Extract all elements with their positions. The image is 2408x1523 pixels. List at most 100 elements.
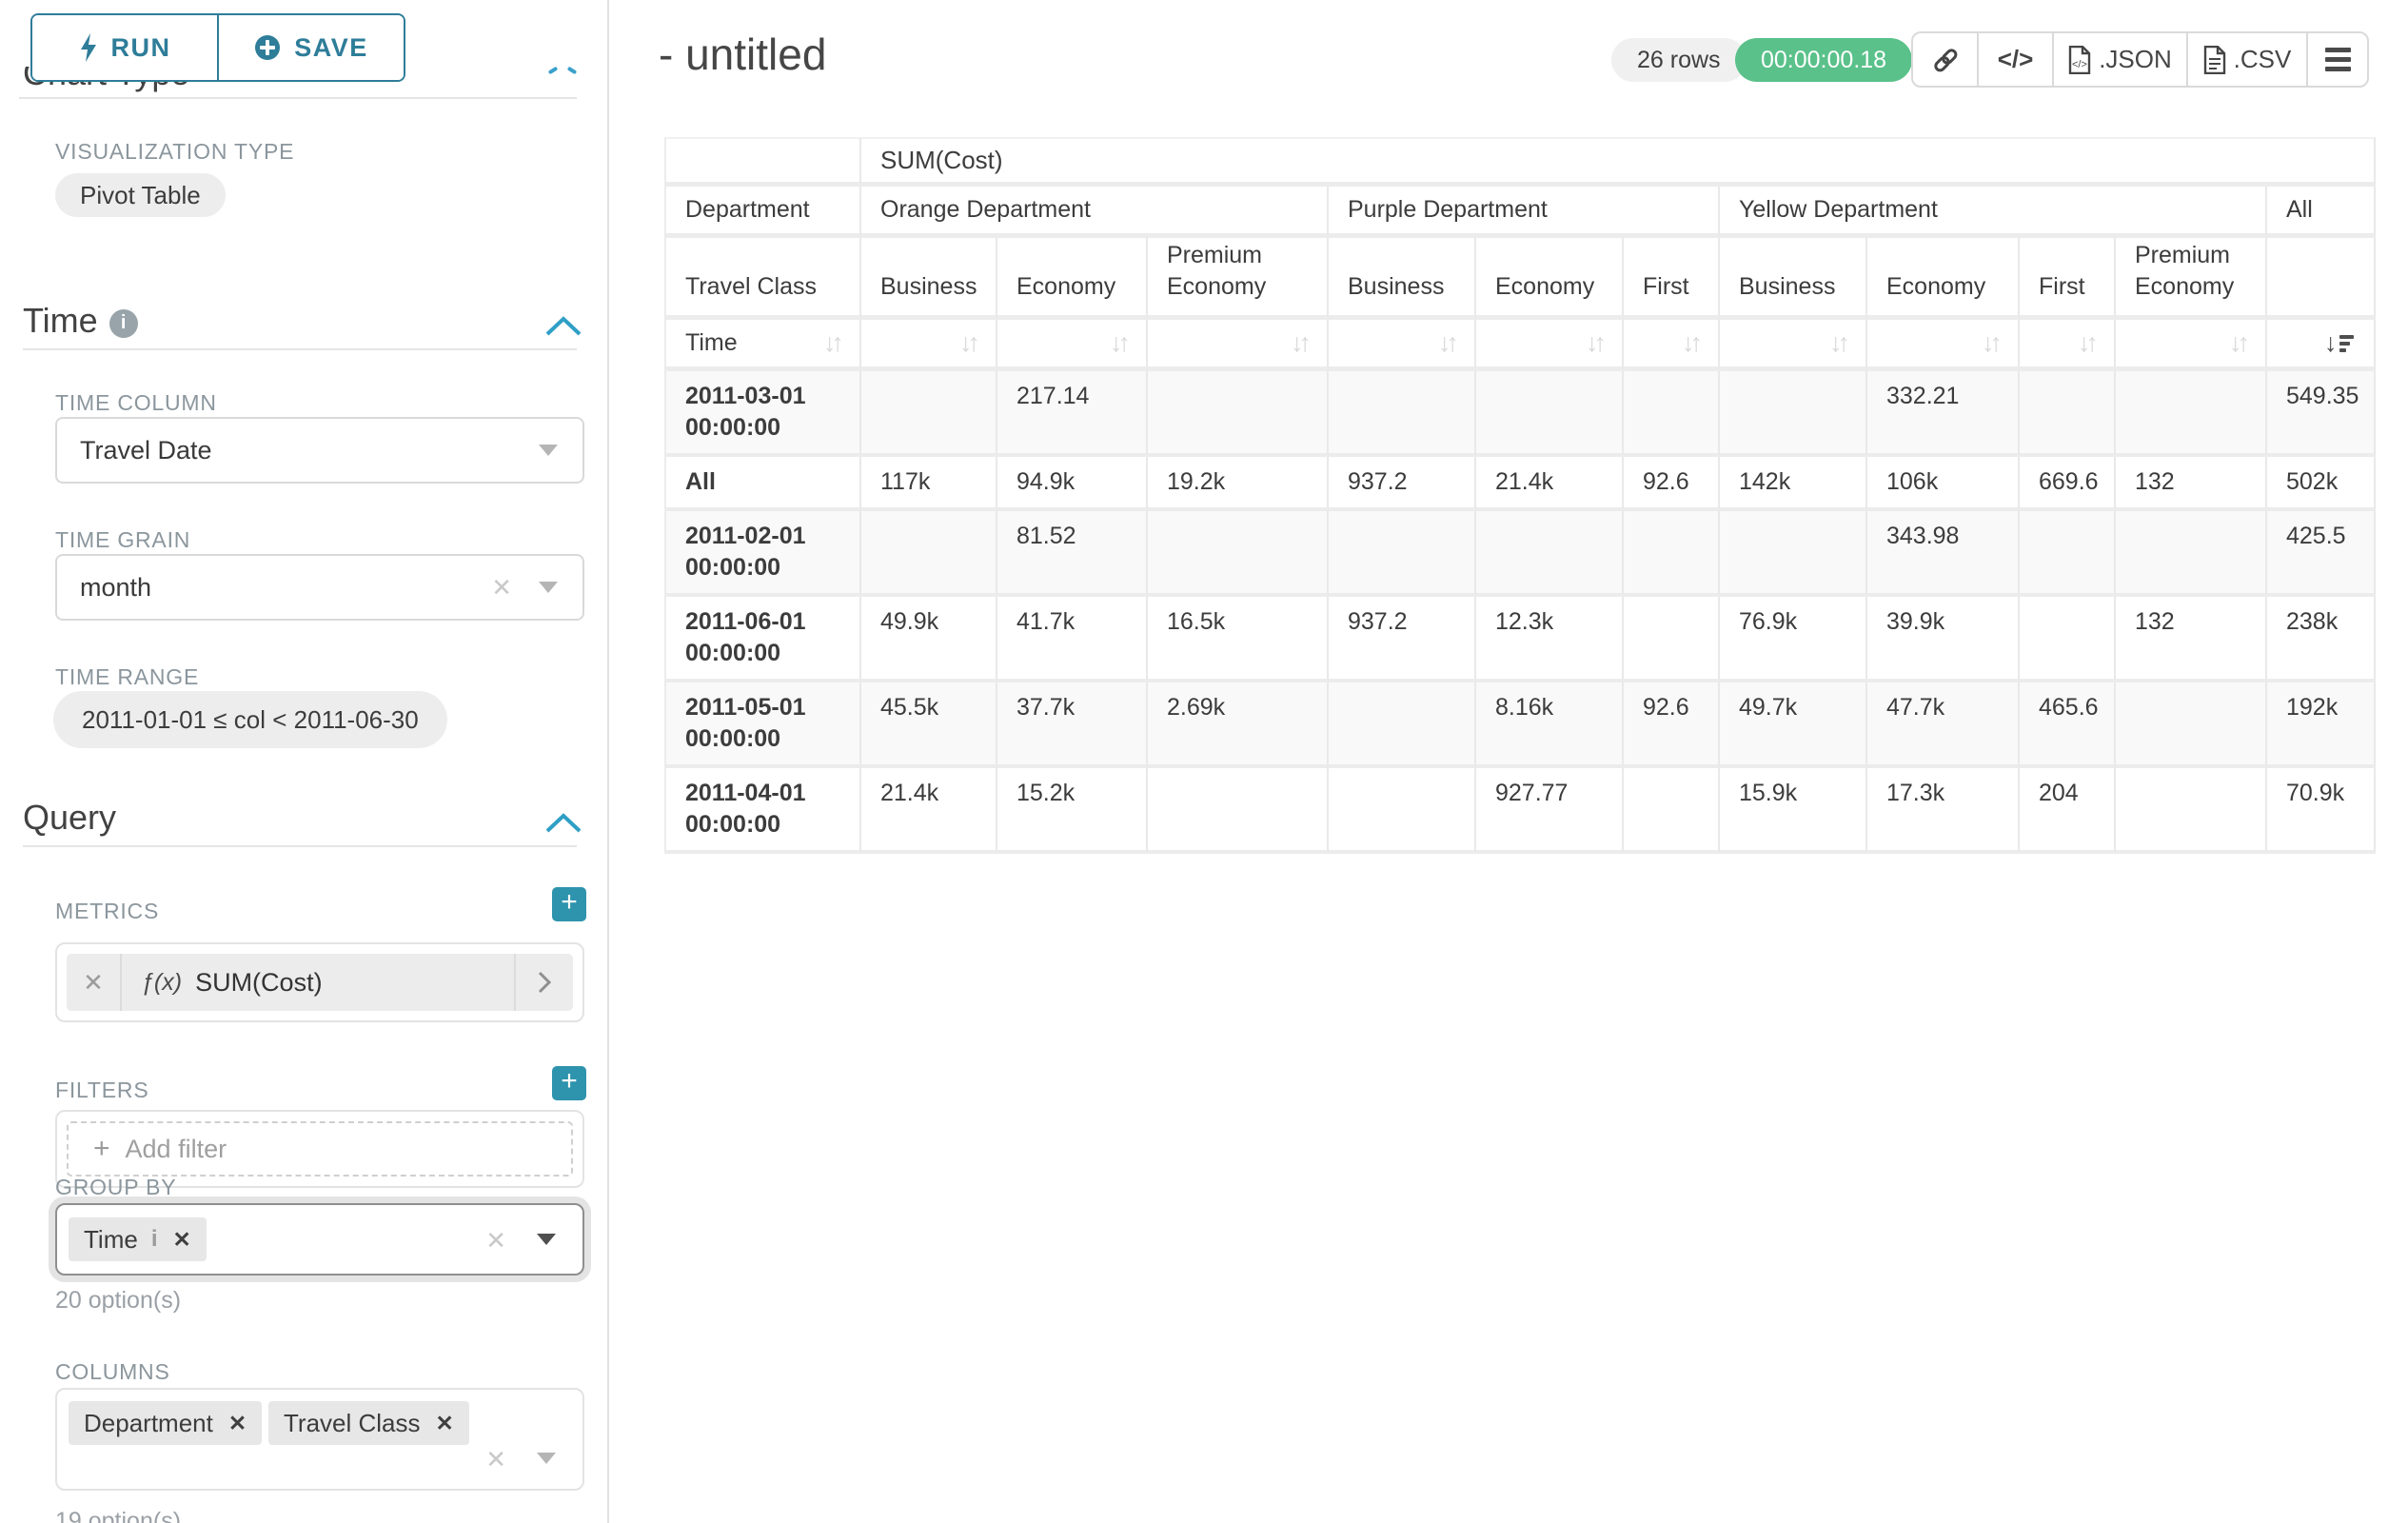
sort-descending-icon[interactable]: ↓ [2324, 328, 2359, 358]
time-section-heading: Timei [23, 301, 138, 341]
pivot-column-header: First [2020, 238, 2116, 320]
pivot-column-header: Premium Economy [2116, 238, 2267, 320]
sidebar-scroll-area[interactable]: Chart Type VISUALIZATION TYPE Pivot Tabl… [0, 67, 607, 1523]
pivot-value-cell [2020, 511, 2116, 597]
chevron-down-icon[interactable] [537, 1234, 556, 1245]
collapse-chevron-up-icon[interactable] [544, 813, 582, 834]
sort-toggle-icon[interactable]: ↓↑ [1829, 328, 1850, 358]
tag-label: Travel Class [284, 1409, 421, 1438]
columns-options-count: 19 option(s) [55, 1508, 181, 1523]
chart-title[interactable]: - untitled [659, 29, 826, 80]
add-filter-dropzone[interactable]: + Add filter [67, 1121, 573, 1177]
chevron-down-icon[interactable] [539, 582, 558, 593]
sort-toggle-icon[interactable]: ↓↑ [823, 328, 844, 358]
pivot-row-header: 2011-03-01 00:00:00 [664, 371, 861, 457]
add-metric-button[interactable]: + [552, 887, 586, 921]
columns-label: COLUMNS [55, 1359, 170, 1385]
sort-toggle-icon[interactable]: ↓↑ [959, 328, 980, 358]
pivot-value-cell: 37.7k [997, 682, 1148, 768]
pivot-value-cell: 15.9k [1720, 768, 1867, 854]
time-column-select[interactable]: Travel Date [55, 417, 584, 484]
pivot-value-cell: 217.14 [997, 371, 1148, 457]
pivot-value-cell: 45.5k [861, 682, 997, 768]
svg-text:</>: </> [2072, 59, 2087, 70]
pivot-data-row: 2011-06-01 00:00:0049.9k41.7k16.5k937.21… [664, 597, 2376, 682]
pivot-value-cell [2116, 768, 2267, 854]
pivot-dimension-label-department: Department [664, 187, 861, 238]
pivot-sort-header: ↓↑ [1624, 320, 1720, 371]
pivot-value-cell [1329, 371, 1476, 457]
remove-tag-icon[interactable]: ✕ [436, 1411, 454, 1436]
pivot-value-cell [1720, 511, 1867, 597]
clear-icon[interactable]: ✕ [485, 1445, 506, 1474]
group-by-tag[interactable]: Time i ✕ [69, 1217, 207, 1261]
pivot-value-cell [2116, 682, 2267, 768]
metric-pill[interactable]: ✕ ƒ(x) SUM(Cost) [67, 954, 573, 1011]
pivot-row-header: 2011-02-01 00:00:00 [664, 511, 861, 597]
clear-icon[interactable]: ✕ [491, 573, 512, 603]
hamburger-icon [2325, 48, 2351, 52]
columns-tag[interactable]: Travel Class ✕ [268, 1401, 469, 1445]
pivot-value-cell [1624, 371, 1720, 457]
sort-toggle-icon[interactable]: ↓↑ [1586, 328, 1607, 358]
pivot-column-header: Business [1329, 238, 1476, 320]
remove-tag-icon[interactable]: ✕ [172, 1227, 190, 1253]
pivot-value-cell [861, 371, 997, 457]
remove-metric-icon[interactable]: ✕ [67, 954, 122, 1011]
menu-button[interactable] [2306, 33, 2367, 86]
time-grain-label: TIME GRAIN [55, 527, 190, 553]
pivot-value-cell: 132 [2116, 597, 2267, 682]
clear-icon[interactable]: ✕ [485, 1226, 506, 1256]
run-label: RUN [111, 33, 171, 63]
csv-label: .CSV [2234, 45, 2292, 74]
pivot-value-cell [1329, 768, 1476, 854]
export-csv-button[interactable]: .CSV [2186, 33, 2306, 86]
pivot-value-cell [1476, 511, 1624, 597]
sort-toggle-icon[interactable]: ↓↑ [2229, 328, 2250, 358]
pivot-value-cell: 94.9k [997, 457, 1148, 511]
chevron-down-icon[interactable] [537, 1453, 556, 1464]
pivot-sort-header: ↓↑ [997, 320, 1148, 371]
time-range-label: TIME RANGE [55, 664, 199, 690]
pivot-value-cell: 549.35 [2267, 371, 2376, 457]
code-icon: </> [1998, 45, 2034, 74]
sort-toggle-icon[interactable]: ↓↑ [2078, 328, 2099, 358]
pivot-column-header: Economy [997, 238, 1148, 320]
group-by-select[interactable]: Time i ✕ ✕ [55, 1203, 584, 1276]
sort-toggle-icon[interactable]: ↓↑ [1982, 328, 2003, 358]
pivot-column-header: Economy [1476, 238, 1624, 320]
pivot-value-cell: 15.2k [997, 768, 1148, 854]
run-save-button-group: RUN SAVE [30, 13, 405, 82]
control-panel-sidebar: Chart Type VISUALIZATION TYPE Pivot Tabl… [0, 0, 609, 1523]
visualization-type-value: Pivot Table [80, 181, 201, 210]
pivot-group-header: Orange Department [861, 187, 1329, 238]
pivot-row-dimension-header: Time↓↑ [664, 320, 861, 371]
columns-select[interactable]: Department ✕ Travel Class ✕ ✕ [55, 1388, 584, 1491]
function-icon: ƒ(x) [141, 969, 182, 997]
collapse-chevron-up-icon[interactable] [544, 316, 582, 337]
share-link-button[interactable] [1913, 33, 1977, 86]
export-json-button[interactable]: </> .JSON [2052, 33, 2186, 86]
pivot-value-cell: 21.4k [861, 768, 997, 854]
save-button[interactable]: SAVE [217, 15, 404, 80]
sort-toggle-icon[interactable]: ↓↑ [1438, 328, 1459, 358]
expand-metric-button[interactable] [514, 954, 573, 1011]
pivot-value-cell: 238k [2267, 597, 2376, 682]
lightning-bolt-icon [79, 33, 98, 62]
time-grain-select[interactable]: month ✕ [55, 554, 584, 621]
columns-tag[interactable]: Department ✕ [69, 1401, 262, 1445]
time-range-pill[interactable]: 2011-01-01 ≤ col < 2011-06-30 [53, 691, 447, 748]
add-filter-placeholder: Add filter [126, 1135, 227, 1164]
sort-toggle-icon[interactable]: ↓↑ [1291, 328, 1312, 358]
pivot-value-cell: 92.6 [1624, 457, 1720, 511]
pivot-group-header: All [2267, 187, 2376, 238]
sort-toggle-icon[interactable]: ↓↑ [1110, 328, 1131, 358]
run-button[interactable]: RUN [32, 15, 217, 80]
sort-toggle-icon[interactable]: ↓↑ [1682, 328, 1703, 358]
pivot-value-cell: 669.6 [2020, 457, 2116, 511]
embed-code-button[interactable]: </> [1977, 33, 2052, 86]
chevron-down-icon[interactable] [539, 445, 558, 456]
visualization-type-pill[interactable]: Pivot Table [55, 173, 226, 217]
remove-tag-icon[interactable]: ✕ [228, 1411, 247, 1436]
add-filter-button[interactable]: + [552, 1066, 586, 1100]
